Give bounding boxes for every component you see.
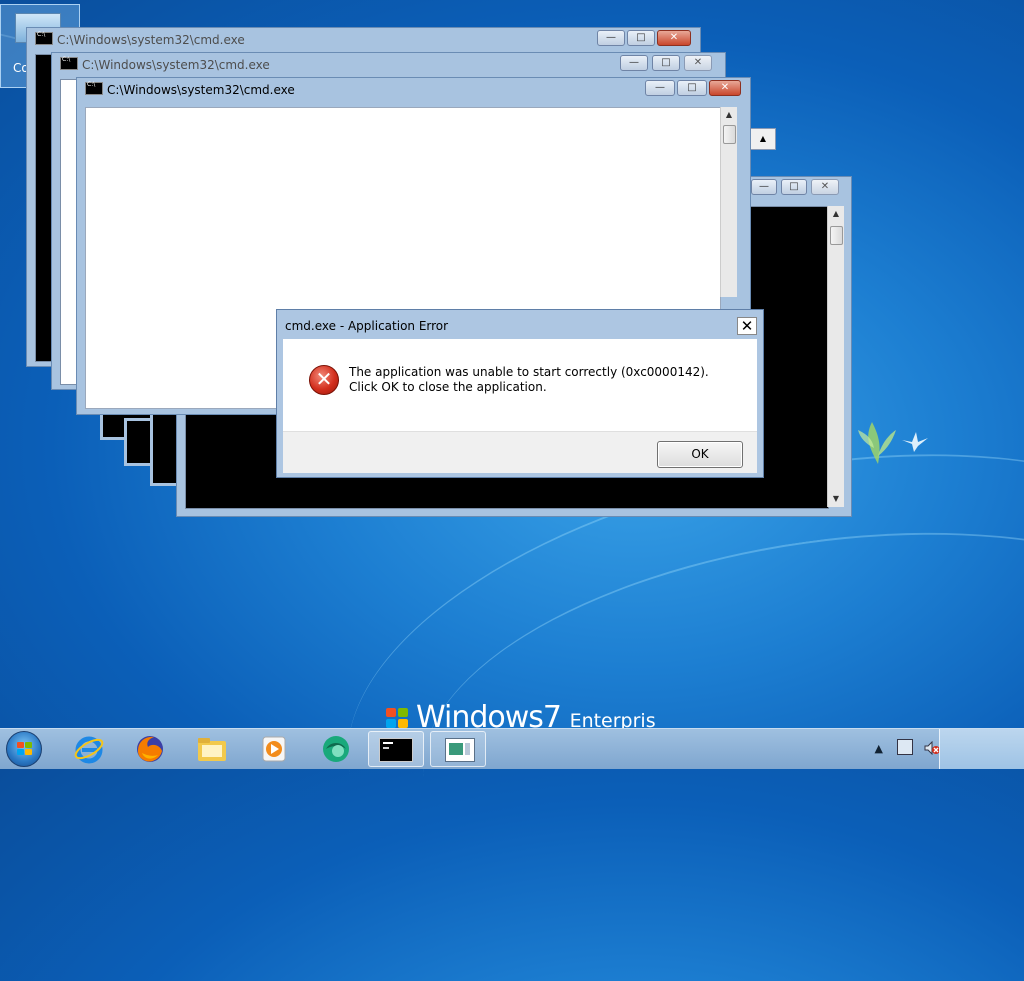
cmd-icon bbox=[379, 738, 413, 762]
dialog-body: ✕ The application was unable to start co… bbox=[283, 339, 757, 473]
bird-decoration bbox=[902, 432, 928, 452]
window-title-text: C:\Windows\system32\cmd.exe bbox=[82, 58, 270, 72]
window-controls: — □ ✕ bbox=[751, 179, 843, 196]
window-icon bbox=[445, 738, 475, 762]
windows-logo-icon bbox=[386, 708, 410, 728]
dialog-title: cmd.exe - Application Error bbox=[285, 319, 449, 333]
minimize-button[interactable]: — bbox=[751, 179, 777, 195]
watermark-edition: Enterprise bbox=[569, 710, 656, 728]
dialog-message: The application was unable to start corr… bbox=[349, 365, 709, 394]
taskbar-button-window[interactable] bbox=[430, 731, 486, 767]
application-error-dialog[interactable]: cmd.exe - Application Error ✕ ✕ The appl… bbox=[276, 309, 764, 478]
error-icon: ✕ bbox=[309, 365, 339, 395]
watermark-version: 7 bbox=[542, 702, 562, 728]
window-title: C:\Windows\system32\cmd.exe bbox=[60, 56, 270, 75]
windows-logo-icon bbox=[17, 742, 33, 756]
show-desktop-button[interactable] bbox=[939, 729, 1024, 769]
watermark-text: Windows7 Enterprise bbox=[416, 702, 656, 728]
close-button[interactable]: ✕ bbox=[657, 30, 691, 46]
internet-explorer-icon[interactable] bbox=[73, 733, 105, 765]
maximize-button[interactable]: □ bbox=[781, 179, 807, 195]
close-button[interactable]: ✕ bbox=[709, 80, 741, 96]
network-icon[interactable] bbox=[896, 739, 913, 755]
window-title-text: C:\Windows\system32\cmd.exe bbox=[107, 83, 295, 97]
vertical-scrollbar[interactable]: ▲ bbox=[720, 107, 737, 297]
maximize-button[interactable]: □ bbox=[677, 80, 707, 96]
windows-watermark: Windows7 Enterprise bbox=[386, 702, 656, 728]
system-tray: ▲ bbox=[875, 739, 940, 756]
ok-button[interactable]: OK bbox=[657, 441, 743, 468]
cmd-icon bbox=[35, 31, 53, 45]
minimize-button[interactable]: — bbox=[597, 30, 625, 46]
volume-muted-icon[interactable] bbox=[924, 740, 940, 756]
minimize-button[interactable]: — bbox=[645, 80, 675, 96]
firefox-icon[interactable] bbox=[134, 733, 166, 765]
minimize-button[interactable]: — bbox=[620, 55, 648, 71]
close-button[interactable]: ✕ bbox=[684, 55, 712, 71]
dialog-close-button[interactable]: ✕ bbox=[737, 317, 757, 335]
scroll-thumb[interactable] bbox=[830, 226, 843, 245]
window-title: C:\Windows\system32\cmd.exe bbox=[35, 31, 245, 50]
scroll-down-icon[interactable]: ▼ bbox=[828, 491, 844, 507]
window-controls: — □ ✕ bbox=[645, 80, 743, 97]
window-controls: — □ ✕ bbox=[620, 55, 716, 72]
dialog-footer: OK bbox=[283, 431, 757, 473]
cmd-icon bbox=[60, 56, 78, 70]
start-button[interactable] bbox=[6, 731, 42, 767]
vertical-scrollbar[interactable]: ▲ ▼ bbox=[827, 206, 844, 507]
maximize-button[interactable]: □ bbox=[627, 30, 655, 46]
watermark-brand: Windows bbox=[416, 702, 544, 728]
leaf-decoration bbox=[858, 408, 898, 464]
scroll-up-icon[interactable]: ▲ bbox=[828, 206, 844, 222]
taskbar-button-cmd[interactable] bbox=[368, 731, 424, 767]
scroll-thumb[interactable] bbox=[723, 125, 736, 144]
close-button[interactable]: ✕ bbox=[811, 179, 839, 195]
taskbar: ▲ bbox=[0, 728, 1024, 769]
cmd-icon bbox=[85, 81, 103, 95]
app-icon[interactable] bbox=[320, 733, 352, 765]
scroll-up-icon[interactable]: ▲ bbox=[750, 128, 776, 150]
window-title-text: C:\Windows\system32\cmd.exe bbox=[57, 33, 245, 47]
media-player-icon[interactable] bbox=[258, 733, 290, 765]
show-hidden-icons-button[interactable]: ▲ bbox=[875, 742, 883, 755]
scroll-up-icon[interactable]: ▲ bbox=[721, 107, 737, 123]
window-controls: — □ ✕ bbox=[597, 30, 693, 47]
window-title: C:\Windows\system32\cmd.exe bbox=[85, 81, 295, 100]
file-explorer-icon[interactable] bbox=[196, 733, 228, 765]
maximize-button[interactable]: □ bbox=[652, 55, 680, 71]
